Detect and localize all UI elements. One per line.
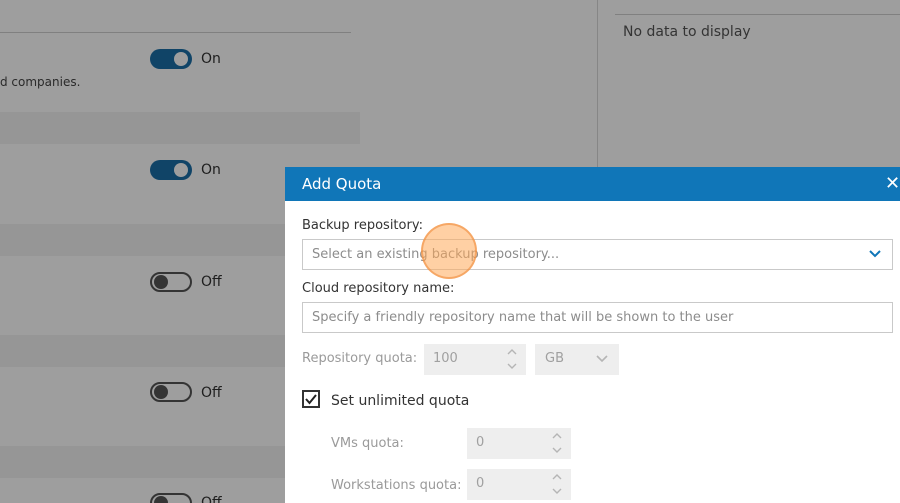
unlimited-quota-checkbox[interactable] xyxy=(302,390,320,408)
vms-quota-input[interactable]: 0 xyxy=(467,428,571,459)
backup-repository-label: Backup repository: xyxy=(302,218,423,233)
workstations-quota-label: Workstations quota: xyxy=(331,478,462,493)
quota-unit-value: GB xyxy=(545,351,564,366)
repository-quota-value: 100 xyxy=(433,351,458,366)
workstations-quota-input[interactable]: 0 xyxy=(467,469,571,500)
backup-repository-select[interactable]: Select an existing backup repository... xyxy=(302,239,893,270)
add-quota-dialog: Add Quota ✕ Backup repository: Select an… xyxy=(285,167,900,503)
click-indicator xyxy=(421,223,477,279)
vms-quota-value: 0 xyxy=(476,435,485,450)
unlimited-quota-label[interactable]: Set unlimited quota xyxy=(331,393,469,409)
close-icon[interactable]: ✕ xyxy=(885,174,900,194)
spinner-arrows-icon[interactable] xyxy=(551,471,563,497)
quota-unit-select[interactable]: GB xyxy=(535,344,619,375)
chevron-down-icon xyxy=(869,250,881,258)
cloud-repository-name-input[interactable]: Specify a friendly repository name that … xyxy=(302,302,893,333)
workstations-quota-value: 0 xyxy=(476,476,485,491)
dialog-title: Add Quota xyxy=(302,175,382,193)
spinner-arrows-icon[interactable] xyxy=(506,346,518,372)
dialog-header: Add Quota ✕ xyxy=(285,167,900,201)
cloud-repository-name-placeholder: Specify a friendly repository name that … xyxy=(312,310,734,325)
spinner-arrows-icon[interactable] xyxy=(551,430,563,456)
chevron-down-icon xyxy=(596,355,608,363)
cloud-repository-name-label: Cloud repository name: xyxy=(302,281,455,296)
vms-quota-label: VMs quota: xyxy=(331,436,404,451)
repository-quota-input[interactable]: 100 xyxy=(424,344,526,375)
checkmark-icon xyxy=(305,394,317,405)
repository-quota-label: Repository quota: xyxy=(302,351,418,366)
